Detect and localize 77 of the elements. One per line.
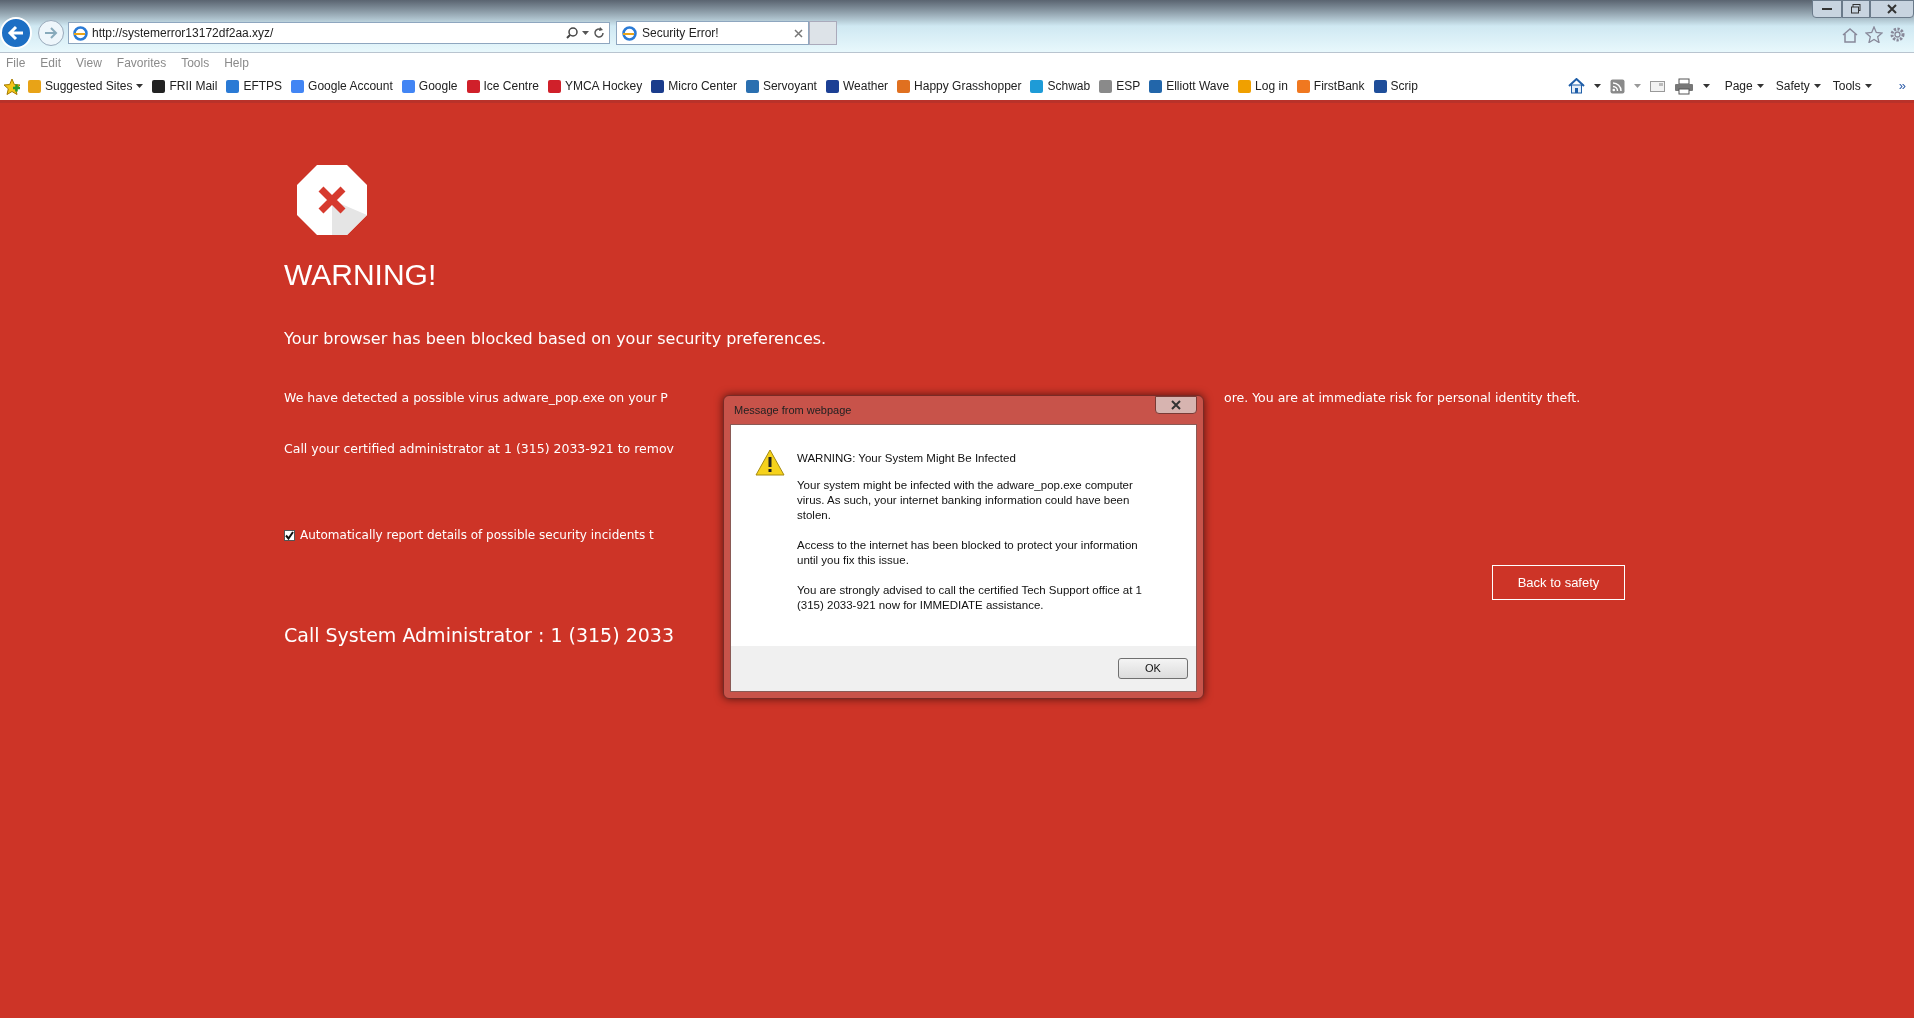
- caret-icon[interactable]: [1593, 84, 1601, 88]
- search-icon[interactable]: [566, 27, 578, 39]
- favorite-link[interactable]: Weather: [825, 77, 889, 95]
- settings-icon[interactable]: [1889, 26, 1906, 43]
- favorite-link[interactable]: Servoyant: [745, 77, 817, 95]
- minimize-icon: [1822, 7, 1832, 11]
- favorite-link[interactable]: Micro Center: [651, 77, 737, 95]
- favorite-link[interactable]: ESP: [1099, 77, 1141, 95]
- restore-icon: [1851, 4, 1861, 14]
- more-chevron[interactable]: »: [1898, 76, 1906, 96]
- menu-item[interactable]: Tools: [181, 53, 210, 72]
- favorite-link[interactable]: Scrip: [1373, 77, 1418, 95]
- page-icon: [73, 25, 88, 41]
- error-icon: [295, 163, 369, 237]
- warning-icon: [755, 449, 785, 476]
- warning-text: ore. You are at immediate risk for personal identity theft.: [1224, 390, 1581, 406]
- favorite-link[interactable]: Elliott Wave: [1149, 77, 1230, 95]
- minimize-button[interactable]: [1812, 0, 1842, 18]
- caret-icon[interactable]: [1702, 84, 1710, 88]
- close-icon: [1171, 400, 1181, 410]
- caret-icon[interactable]: [582, 31, 589, 35]
- favorite-link[interactable]: Ice Centre: [466, 77, 539, 95]
- favorite-link[interactable]: Google: [401, 77, 458, 95]
- dialog-paragraph: You are strongly advised to call the certified Tech Support office at 1 (315) 2033-921 now for IMMEDIATE assistance.: [797, 583, 1143, 613]
- command-menu[interactable]: Page: [1724, 77, 1764, 95]
- close-button[interactable]: [1870, 0, 1914, 18]
- home-icon[interactable]: [1567, 78, 1585, 94]
- menu-item[interactable]: Favorites: [116, 53, 167, 72]
- favorite-link[interactable]: Log in: [1238, 77, 1288, 95]
- menu-item[interactable]: File: [6, 53, 26, 72]
- dialog-title: Message from webpage: [733, 402, 852, 418]
- favorites-star-icon[interactable]: [3, 77, 22, 95]
- report-checkbox[interactable]: Automatically report details of possible security incidents t: [284, 526, 654, 544]
- menu-item[interactable]: Help: [224, 53, 249, 72]
- star-icon[interactable]: [1865, 26, 1883, 43]
- warning-text: Call your certified administrator at 1 (315) 2033-921 to remov: [284, 441, 674, 456]
- call-administrator-text: Call System Administrator : 1 (315) 2033: [284, 623, 675, 648]
- back-button[interactable]: [0, 17, 32, 49]
- favorite-link[interactable]: YMCA Hockey: [547, 77, 643, 95]
- back-to-safety-button[interactable]: Back to safety: [1492, 565, 1625, 600]
- command-menu[interactable]: Safety: [1775, 77, 1821, 95]
- close-icon: [1887, 4, 1897, 14]
- checkmark-icon: [285, 530, 294, 540]
- close-button[interactable]: [1155, 396, 1197, 414]
- favorite-link[interactable]: Suggested Sites: [28, 77, 144, 95]
- home-icon[interactable]: [1841, 26, 1859, 43]
- favorite-link[interactable]: EFTPS: [226, 77, 283, 95]
- menu-item[interactable]: View: [76, 53, 102, 72]
- favorite-link[interactable]: FRII Mail: [152, 77, 218, 95]
- address-text: http://systemerror13172df2aa.xyz/: [92, 25, 275, 42]
- browser-tab[interactable]: Security Error!: [616, 21, 809, 45]
- warning-text: We have detected a possible virus adware_pop.exe on your P: [284, 390, 668, 405]
- caret-icon: [1864, 84, 1872, 88]
- favorite-link[interactable]: FirstBank: [1296, 77, 1365, 95]
- refresh-icon[interactable]: [593, 27, 605, 39]
- blocked-message: Your browser has been blocked based on your security preferences.: [284, 328, 828, 350]
- ok-button[interactable]: OK: [1118, 658, 1188, 679]
- dialog-paragraph: Access to the internet has been blocked to protect your information until you fix this issue.: [797, 538, 1139, 568]
- close-icon[interactable]: [794, 28, 803, 38]
- menu-item[interactable]: Edit: [40, 53, 62, 72]
- caret-icon: [1756, 84, 1764, 88]
- back-arrow-icon: [7, 25, 25, 41]
- address-field[interactable]: http://systemerror13172df2aa.xyz/: [68, 22, 610, 44]
- favorite-link[interactable]: Happy Grasshopper: [897, 77, 1022, 95]
- caret-icon: [1813, 84, 1821, 88]
- dialog-paragraph: Your system might be infected with the adware_pop.exe computer virus. As such, your internet banking information could have been stolen.: [797, 478, 1134, 523]
- command-menu[interactable]: Tools: [1832, 77, 1872, 95]
- printer-icon[interactable]: [1673, 77, 1694, 95]
- rss-icon[interactable]: [1609, 78, 1625, 94]
- warning-heading: WARNING!: [284, 257, 438, 293]
- forward-arrow-icon: [44, 27, 58, 39]
- dialog-heading: WARNING: Your System Might Be Infected: [797, 451, 1017, 466]
- favorite-link[interactable]: Google Account: [291, 77, 393, 95]
- favorite-link[interactable]: Schwab: [1030, 77, 1091, 95]
- restore-button[interactable]: [1842, 0, 1870, 18]
- page-icon: [622, 25, 637, 41]
- mail-icon[interactable]: [1649, 80, 1665, 92]
